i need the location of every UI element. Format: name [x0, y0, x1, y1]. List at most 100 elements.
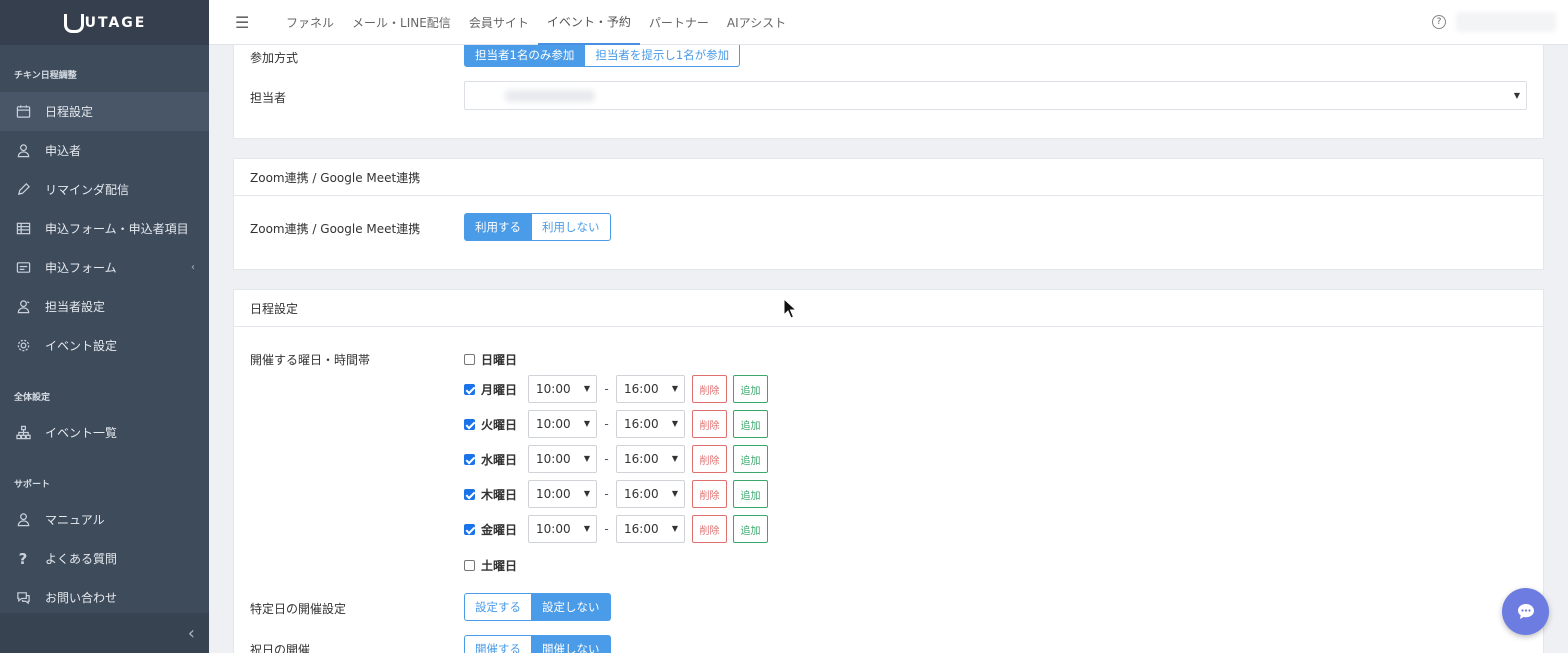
zoom-option-nouse[interactable]: 利用しない: [532, 213, 611, 241]
sidebar-item-label: 申込フォーム・申込者項目: [45, 222, 189, 236]
pencil-icon: [14, 181, 32, 199]
participation-option-present[interactable]: 担当者を提示し1名が参加: [585, 42, 741, 67]
start-time-select[interactable]: 10:00 ▼: [528, 515, 597, 543]
end-time-select[interactable]: 16:00 ▼: [616, 375, 685, 403]
day-label: 火曜日: [481, 417, 518, 432]
day-row-sunday: 日曜日: [464, 345, 528, 373]
end-time-select[interactable]: 16:00 ▼: [616, 445, 685, 473]
start-time-select[interactable]: 10:00 ▼: [528, 445, 597, 473]
sidebar-item-event-list[interactable]: イベント一覧: [0, 413, 209, 452]
tab-partner[interactable]: パートナー: [640, 0, 718, 45]
zoom-toggle: 利用する 利用しない: [464, 213, 611, 241]
time-separator: -: [604, 417, 609, 431]
day-checkbox[interactable]: [464, 418, 475, 430]
chevron-left-icon: ‹: [187, 622, 195, 644]
add-button[interactable]: 追加: [733, 515, 768, 543]
sidebar-item-form[interactable]: 申込フォーム ‹: [0, 248, 209, 287]
tab-mail-line[interactable]: メール・LINE配信: [343, 0, 460, 45]
day-checkbox[interactable]: [464, 383, 475, 395]
participation-toggle: 担当者1名のみ参加 担当者を提示し1名が参加: [464, 42, 741, 67]
start-time-select[interactable]: 10:00 ▼: [528, 410, 597, 438]
special-option-unset[interactable]: 設定しない: [532, 593, 611, 621]
sidebar-item-staff[interactable]: 担当者設定: [0, 287, 209, 326]
sidebar-item-label: 担当者設定: [45, 300, 106, 314]
form-icon: [14, 259, 32, 277]
day-checkbox[interactable]: [464, 353, 475, 365]
participation-card: 参加方式 担当者1名のみ参加 担当者を提示し1名が参加 担当者 ▼: [233, 35, 1544, 139]
main-content: 参加方式 担当者1名のみ参加 担当者を提示し1名が参加 担当者 ▼ Zoom連携…: [209, 35, 1568, 653]
sidebar-item-faq[interactable]: ? よくある質問: [0, 539, 209, 578]
sidebar-section-title: 全体設定: [14, 392, 51, 403]
sidebar-item-applicants[interactable]: 申込者: [0, 131, 209, 170]
caret-down-icon: ▼: [671, 454, 678, 463]
zoom-option-use[interactable]: 利用する: [464, 213, 532, 241]
tab-funnel[interactable]: ファネル: [277, 0, 343, 45]
logo[interactable]: UTAGE: [0, 0, 209, 45]
holiday-toggle: 開催する 開催しない: [464, 635, 611, 653]
start-time-select[interactable]: 10:00 ▼: [528, 480, 597, 508]
end-time-select[interactable]: 16:00 ▼: [616, 410, 685, 438]
sidebar-item-schedule[interactable]: 日程設定: [0, 92, 209, 131]
end-time-select[interactable]: 16:00 ▼: [616, 480, 685, 508]
day-checkbox[interactable]: [464, 559, 475, 571]
sidebar-item-contact[interactable]: お問い合わせ: [0, 578, 209, 617]
day-row-saturday: 土曜日: [464, 551, 528, 579]
help-icon[interactable]: ?: [1432, 15, 1446, 29]
tab-member-site[interactable]: 会員サイト: [460, 0, 538, 45]
sidebar-item-reminder[interactable]: リマインダ配信: [0, 170, 209, 209]
delete-button[interactable]: 削除: [692, 375, 727, 403]
special-date-toggle: 設定する 設定しない: [464, 593, 611, 621]
delete-button[interactable]: 削除: [692, 445, 727, 473]
zoom-row-label: Zoom連携 / Google Meet連携: [250, 222, 421, 236]
holiday-option-nohold[interactable]: 開催しない: [532, 635, 611, 653]
day-checkbox[interactable]: [464, 453, 475, 465]
start-time-select[interactable]: 10:00 ▼: [528, 375, 597, 403]
question-icon: ?: [18, 549, 28, 568]
day-checkbox[interactable]: [464, 523, 475, 535]
table-icon: [14, 220, 32, 238]
day-label: 土曜日: [481, 558, 518, 573]
add-button[interactable]: 追加: [733, 480, 768, 508]
tab-ai-assist[interactable]: AIアシスト: [718, 0, 795, 45]
day-label: 金曜日: [481, 522, 518, 537]
day-checkbox[interactable]: [464, 488, 475, 500]
logo-text: UTAGE: [84, 14, 147, 31]
add-button[interactable]: 追加: [733, 375, 768, 403]
hamburger-menu-icon[interactable]: ☰: [235, 13, 255, 32]
tab-event-booking[interactable]: イベント・予約: [537, 0, 640, 45]
end-time-select[interactable]: 16:00 ▼: [616, 515, 685, 543]
special-option-set[interactable]: 設定する: [464, 593, 532, 621]
chat-icon: [14, 589, 32, 607]
caret-down-icon: ▼: [671, 524, 678, 533]
staff-icon: [14, 298, 32, 316]
caret-down-icon: ▼: [583, 489, 590, 498]
zoom-card: Zoom連携 / Google Meet連携 Zoom連携 / Google M…: [233, 158, 1544, 270]
logo-mark-icon: [63, 13, 84, 33]
days-label: 開催する曜日・時間帯: [250, 353, 371, 367]
user-account-menu[interactable]: [1456, 12, 1556, 32]
add-button[interactable]: 追加: [733, 410, 768, 438]
sidebar-item-label: イベント設定: [45, 339, 118, 353]
sidebar-item-label: 申込者: [45, 144, 82, 158]
holiday-option-hold[interactable]: 開催する: [464, 635, 532, 653]
sidebar-item-label: お問い合わせ: [45, 591, 118, 605]
chat-support-button[interactable]: [1502, 588, 1549, 635]
delete-button[interactable]: 削除: [692, 480, 727, 508]
caret-down-icon: ▼: [671, 419, 678, 428]
sidebar-item-form-fields[interactable]: 申込フォーム・申込者項目: [0, 209, 209, 248]
caret-down-icon: ▼: [671, 384, 678, 393]
delete-button[interactable]: 削除: [692, 515, 727, 543]
sidebar-collapse-button[interactable]: ‹: [0, 613, 209, 653]
gear-icon: [14, 337, 32, 355]
delete-button[interactable]: 削除: [692, 410, 727, 438]
staff-select[interactable]: ▼: [464, 81, 1527, 110]
participation-option-single[interactable]: 担当者1名のみ参加: [464, 42, 586, 67]
calendar-icon: [14, 103, 32, 121]
sidebar-item-manual[interactable]: マニュアル: [0, 500, 209, 539]
day-row-monday: 月曜日 10:00 ▼ - 16:00 ▼ 削除 追加: [464, 375, 768, 403]
sitemap-icon: [14, 424, 32, 442]
special-date-label: 特定日の開催設定: [250, 602, 347, 616]
sidebar-item-event-settings[interactable]: イベント設定: [0, 326, 209, 365]
holiday-label: 祝日の開催: [250, 643, 311, 653]
add-button[interactable]: 追加: [733, 445, 768, 473]
